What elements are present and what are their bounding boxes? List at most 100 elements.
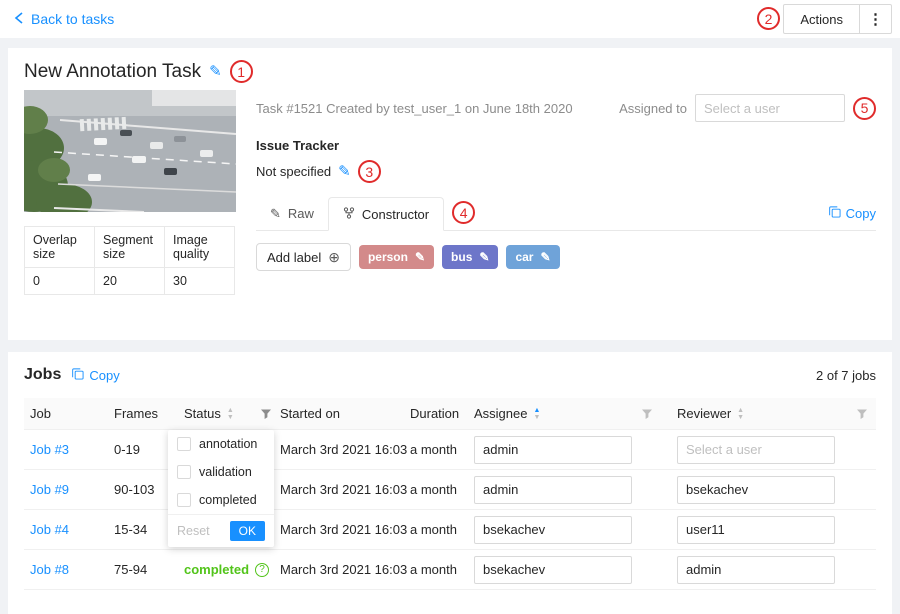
caret-down-icon: ▼ [227,414,234,421]
job-assignee-input[interactable] [474,556,632,584]
job-row: Job #4 15-34 March 3rd 2021 16:03 a mont… [24,510,876,550]
job-link[interactable]: Job #4 [30,522,69,537]
edit-issue-tracker-icon[interactable]: ✎ [338,164,351,179]
label-chip-car[interactable]: car ✎ [506,245,559,269]
task-assignee-select[interactable] [695,94,845,122]
reviewer-sorter[interactable]: ▲ ▼ [737,407,744,421]
job-reviewer-input[interactable] [677,556,835,584]
copy-icon [71,367,84,383]
job-started: March 3rd 2021 16:03 [280,442,410,457]
tab-raw[interactable]: ✎ Raw [256,196,328,230]
jobs-copy-link[interactable]: Copy [71,367,119,383]
job-assignee-input[interactable] [474,436,632,464]
jobs-title: Jobs [24,366,61,384]
back-chevron-icon [14,11,24,27]
annotation-circle-3: 3 [358,160,381,183]
param-value-quality: 30 [165,268,235,295]
labels-copy-label: Copy [846,206,876,221]
col-reviewer: Reviewer ▲ ▼ [677,406,876,421]
job-duration: a month [410,442,474,457]
param-header-quality: Image quality [165,227,235,268]
annotation-circle-1: 1 [230,60,253,83]
job-status-text: completed [184,562,249,577]
question-circle-icon[interactable]: ? [255,563,269,577]
job-duration: a month [410,562,474,577]
label-chip-person[interactable]: person ✎ [359,245,434,269]
job-row: Job #9 90-103 March 3rd 2021 16:03 a mon… [24,470,876,510]
task-parameters-table: Overlap size Segment size Image quality … [24,226,235,295]
tab-raw-label: Raw [288,206,314,221]
status-sorter[interactable]: ▲ ▼ [227,407,234,421]
filter-option-label: validation [199,465,252,479]
annotation-circle-5: 5 [853,97,876,120]
param-value-overlap: 0 [25,268,95,295]
job-reviewer-input[interactable] [677,476,835,504]
status-filter-dropdown: annotation validation completed Reset OK [168,430,274,547]
task-preview-image [24,90,236,212]
more-actions-button[interactable]: ⋮ [860,4,892,34]
col-frames: Frames [114,406,184,421]
assignee-filter-icon[interactable] [641,408,653,420]
jobs-header: Jobs Copy 2 of 7 jobs [24,366,876,384]
tab-constructor[interactable]: Constructor [328,197,444,231]
job-row: Job #8 75-94 completed ? March 3rd 2021 … [24,550,876,590]
filter-option-label: completed [199,493,257,507]
task-info-column: Task #1521 Created by test_user_1 on Jun… [256,90,876,271]
job-link[interactable]: Job #8 [30,562,69,577]
edit-label-bus-icon[interactable]: ✎ [479,251,489,263]
label-chip-person-text: person [368,250,408,264]
job-reviewer-input[interactable] [677,516,835,544]
task-title: New Annotation Task [24,61,201,83]
status-filter-icon[interactable] [260,408,272,420]
col-assignee: Assignee ▲ ▼ [474,406,677,421]
job-link[interactable]: Job #3 [30,442,69,457]
col-duration: Duration [410,406,474,421]
actions-button[interactable]: Actions [783,4,860,34]
checkbox-icon[interactable] [177,493,191,507]
add-label-button[interactable]: Add label ⊕ [256,243,351,271]
filter-ok-button[interactable]: OK [230,521,265,541]
job-reviewer-input[interactable] [677,436,835,464]
label-chip-bus[interactable]: bus ✎ [442,245,498,269]
label-chip-bus-text: bus [451,250,472,264]
filter-option-label: annotation [199,437,257,451]
col-status-label: Status [184,406,221,421]
job-frames: 75-94 [114,562,184,577]
job-started: March 3rd 2021 16:03 [280,482,410,497]
caret-up-icon: ▲ [533,407,540,414]
assignee-sorter[interactable]: ▲ ▼ [533,407,540,421]
job-link[interactable]: Job #9 [30,482,69,497]
vertical-dots-icon: ⋮ [868,10,883,28]
filter-reset-button[interactable]: Reset [177,524,210,538]
back-to-tasks-link[interactable]: Back to tasks [14,0,114,38]
filter-footer: Reset OK [168,514,274,547]
annotation-circle-2: 2 [757,7,780,30]
filter-option-annotation[interactable]: annotation [168,430,274,458]
labels-copy-link[interactable]: Copy [828,205,876,221]
reviewer-filter-icon[interactable] [856,408,868,420]
issue-tracker-label: Issue Tracker [256,138,876,153]
jobs-card: Jobs Copy 2 of 7 jobs Job Frames Status … [8,352,892,614]
job-assignee-input[interactable] [474,476,632,504]
filter-option-completed[interactable]: completed [168,486,274,514]
edit-title-icon[interactable]: ✎ [209,64,222,79]
caret-down-icon: ▼ [533,414,540,421]
job-started: March 3rd 2021 16:03 [280,522,410,537]
issue-tracker-value: Not specified [256,164,331,179]
param-header-overlap: Overlap size [25,227,95,268]
label-chip-car-text: car [515,250,533,264]
checkbox-icon[interactable] [177,465,191,479]
jobs-table-header: Job Frames Status ▲ ▼ Started on Duratio… [24,398,876,430]
filter-option-validation[interactable]: validation [168,458,274,486]
checkbox-icon[interactable] [177,437,191,451]
label-editor-tabs: ✎ Raw Constructor 4 [256,195,876,231]
job-row: Job #3 0-19 March 3rd 2021 16:03 a month [24,430,876,470]
copy-icon [828,205,841,221]
edit-label-person-icon[interactable]: ✎ [415,251,425,263]
job-assignee-input[interactable] [474,516,632,544]
param-header-segment: Segment size [95,227,165,268]
edit-label-car-icon[interactable]: ✎ [540,251,550,263]
annotation-circle-4: 4 [452,201,475,224]
back-label: Back to tasks [31,11,114,27]
col-reviewer-label: Reviewer [677,406,731,421]
